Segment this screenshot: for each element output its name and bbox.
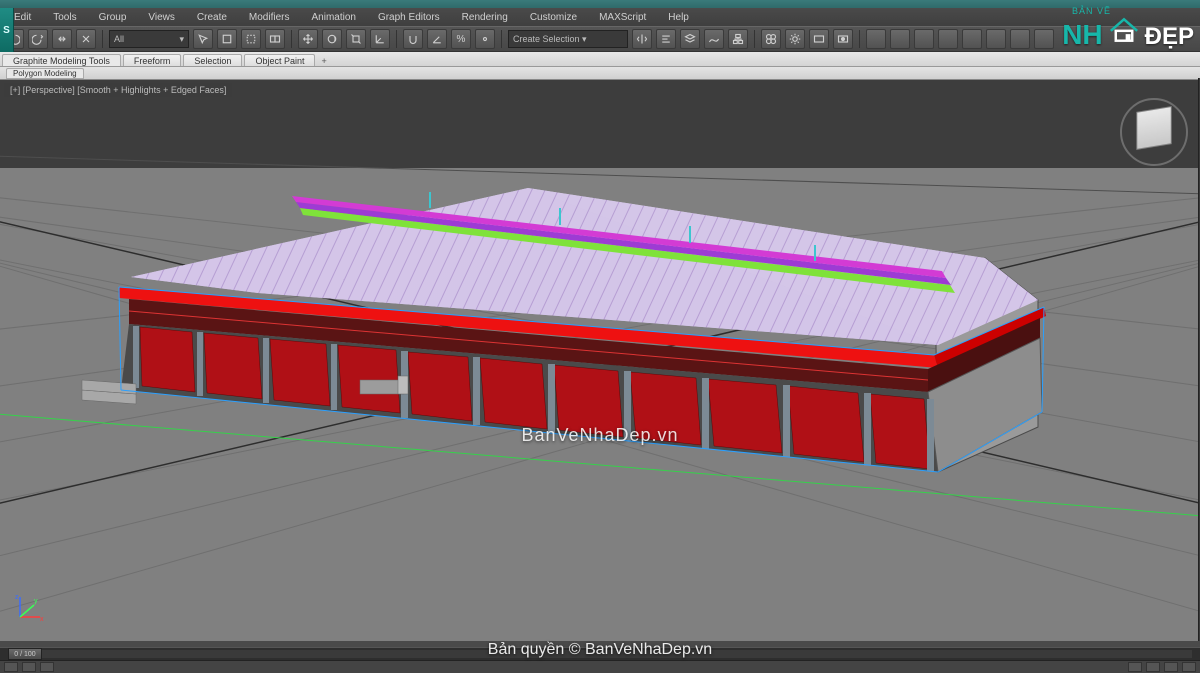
menu-tools[interactable]: Tools: [53, 12, 76, 23]
status-icon[interactable]: [1146, 662, 1160, 672]
link-icon[interactable]: [52, 29, 72, 49]
menu-maxscript[interactable]: MAXScript: [599, 12, 646, 23]
window-title-bar: [0, 0, 1200, 8]
application-button[interactable]: S: [0, 8, 14, 52]
axis-tripod: z x y: [14, 591, 46, 623]
menu-customize[interactable]: Customize: [530, 12, 577, 23]
ref-coord-icon[interactable]: [370, 29, 390, 49]
tb-extra-3-icon[interactable]: [914, 29, 934, 49]
menu-modifiers[interactable]: Modifiers: [249, 12, 290, 23]
svg-text:y: y: [34, 598, 38, 605]
time-track[interactable]: 0 / 100: [8, 650, 1192, 658]
selection-filter-dropdown[interactable]: All▾: [109, 30, 189, 48]
spinner-snap-icon[interactable]: [475, 29, 495, 49]
align-icon[interactable]: [656, 29, 676, 49]
tb-extra-5-icon[interactable]: [962, 29, 982, 49]
time-slider[interactable]: 0 / 100: [0, 647, 1200, 660]
menu-views[interactable]: Views: [148, 12, 175, 23]
tb-extra-6-icon[interactable]: [986, 29, 1006, 49]
named-selection-dropdown[interactable]: Create Selection ▾: [508, 30, 628, 48]
angle-snap-icon[interactable]: [427, 29, 447, 49]
move-icon[interactable]: [298, 29, 318, 49]
snap-icon[interactable]: [403, 29, 423, 49]
menu-rendering[interactable]: Rendering: [462, 12, 508, 23]
status-bar: [0, 660, 1200, 673]
ribbon-panel: Polygon Modeling: [0, 67, 1200, 80]
rotate-icon[interactable]: [322, 29, 342, 49]
ribbon-tab-selection[interactable]: Selection: [183, 54, 242, 66]
unlink-icon[interactable]: [76, 29, 96, 49]
mirror-icon[interactable]: [632, 29, 652, 49]
status-icon[interactable]: [1164, 662, 1178, 672]
select-icon[interactable]: [193, 29, 213, 49]
ribbon-tab-objectpaint[interactable]: Object Paint: [244, 54, 315, 66]
separator: [754, 30, 755, 48]
warehouse-model[interactable]: [0, 80, 1200, 641]
status-icon[interactable]: [4, 662, 18, 672]
svg-text:x: x: [40, 616, 44, 623]
tb-extra-2-icon[interactable]: [890, 29, 910, 49]
layers-icon[interactable]: [680, 29, 700, 49]
render-icon[interactable]: [833, 29, 853, 49]
curve-editor-icon[interactable]: [704, 29, 724, 49]
svg-text:z: z: [15, 594, 19, 601]
render-setup-icon[interactable]: [785, 29, 805, 49]
status-icon[interactable]: [22, 662, 36, 672]
status-icon[interactable]: [1182, 662, 1196, 672]
separator: [859, 30, 860, 48]
select-name-icon[interactable]: [217, 29, 237, 49]
material-editor-icon[interactable]: [761, 29, 781, 49]
tb-extra-4-icon[interactable]: [938, 29, 958, 49]
rect-select-icon[interactable]: [241, 29, 261, 49]
menu-create[interactable]: Create: [197, 12, 227, 23]
render-frame-icon[interactable]: [809, 29, 829, 49]
viewcube-cube-icon[interactable]: [1136, 106, 1171, 150]
menu-help[interactable]: Help: [668, 12, 689, 23]
ribbon-tab-freeform[interactable]: Freeform: [123, 54, 182, 66]
ribbon-tabs: Graphite Modeling Tools Freeform Selecti…: [0, 52, 1200, 67]
main-menu: Edit Tools Group Views Create Modifiers …: [0, 8, 1200, 26]
menu-graph-editors[interactable]: Graph Editors: [378, 12, 440, 23]
viewport-label[interactable]: [+] [Perspective] [Smooth + Highlights +…: [4, 83, 232, 97]
separator: [396, 30, 397, 48]
ribbon-expand-icon[interactable]: +: [321, 56, 326, 66]
ribbon-panel-polygon[interactable]: Polygon Modeling: [6, 68, 84, 79]
separator: [102, 30, 103, 48]
schematic-icon[interactable]: [728, 29, 748, 49]
tb-extra-8-icon[interactable]: [1034, 29, 1054, 49]
separator: [291, 30, 292, 48]
tb-extra-1-icon[interactable]: [866, 29, 886, 49]
redo-icon[interactable]: [28, 29, 48, 49]
status-icon[interactable]: [1128, 662, 1142, 672]
ribbon-tab-graphite[interactable]: Graphite Modeling Tools: [2, 54, 121, 66]
menu-animation[interactable]: Animation: [311, 12, 355, 23]
menu-group[interactable]: Group: [99, 12, 127, 23]
time-knob[interactable]: 0 / 100: [8, 648, 42, 660]
separator: [501, 30, 502, 48]
scale-icon[interactable]: [346, 29, 366, 49]
viewcube[interactable]: [1126, 104, 1182, 160]
main-toolbar: All▾ % Create Selection ▾: [0, 26, 1200, 52]
status-icon[interactable]: [40, 662, 54, 672]
perspective-viewport[interactable]: z x y: [0, 80, 1200, 641]
window-crossing-icon[interactable]: [265, 29, 285, 49]
menu-edit[interactable]: Edit: [14, 12, 31, 23]
tb-extra-7-icon[interactable]: [1010, 29, 1030, 49]
percent-snap-icon[interactable]: %: [451, 29, 471, 49]
